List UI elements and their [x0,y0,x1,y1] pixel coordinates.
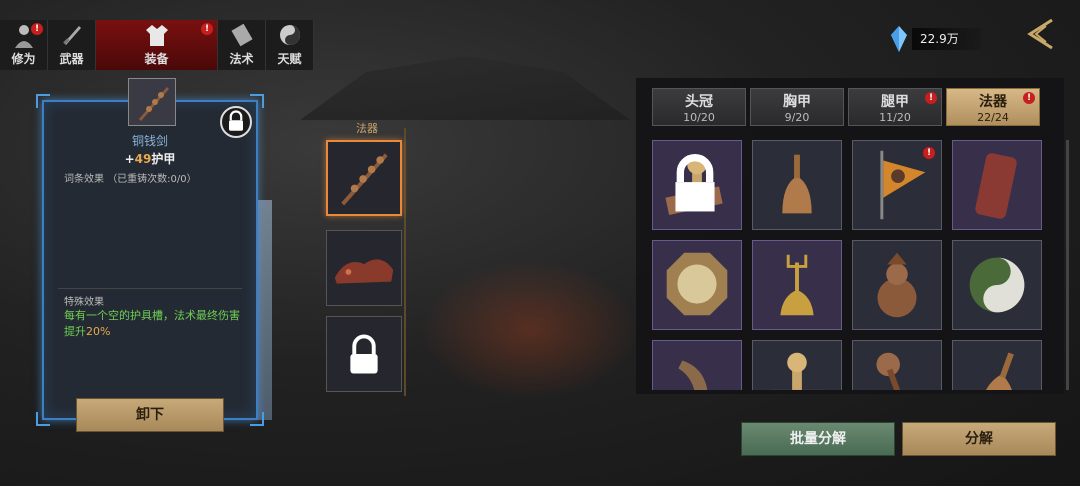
inv-tab-chest[interactable]: 胸甲 9/20 [750,88,844,126]
inv-tab-artifact[interactable]: 法器 22/24 ! [946,88,1040,126]
inventory-item[interactable] [952,240,1042,330]
alert-badge: ! [923,147,935,159]
tab-cultivation[interactable]: 修为 ! [0,20,48,70]
robe-icon [145,25,168,46]
alert-badge: ! [31,23,43,35]
gourd-censer-icon [877,252,917,318]
background-temple-roof [300,56,630,120]
alert-badge: ! [925,92,937,104]
inventory-item[interactable] [752,340,842,390]
inventory-item[interactable] [652,140,742,230]
slots-title: 法器 [356,122,378,135]
card-corner [250,94,264,108]
item-stat: +49护甲 [44,150,256,167]
bell-icon [985,352,1014,390]
unequip-button[interactable]: 卸下 [76,398,224,432]
currency-display: 22.9万 [890,26,981,52]
copper-coin-sword-icon [341,153,388,206]
tab-label: 修为 [11,52,36,66]
seal-stamp-icon [770,352,824,390]
taiji-icon [279,25,300,45]
tab-count: 10/20 [683,111,715,124]
divider [58,288,242,289]
tab-label: 胸甲 [783,94,811,110]
tab-weapon[interactable]: 武器 [48,20,96,70]
item-thumbnail [128,78,176,126]
batch-decompose-button[interactable]: 批量分解 [741,422,895,456]
tab-label: 天赋 [277,52,302,66]
card-corner [36,412,50,426]
inventory-scrollbar[interactable] [1066,140,1069,390]
item-detail-card: 铜钱剑 +49护甲 词条效果 （已重铸次数:0/0） 特殊效果 每有一个空的护具… [36,78,264,426]
lock-icon [350,334,378,374]
tab-label: 装备 [144,52,169,66]
scroll-icon [230,23,253,47]
bell-icon [782,154,812,214]
inv-tab-legs[interactable]: 腿甲 11/20 ! [848,88,942,126]
inventory-item[interactable] [852,340,942,390]
stat-value: 49 [134,152,152,166]
decompose-button[interactable]: 分解 [902,422,1056,456]
inv-tab-helmet[interactable]: 头冠 10/20 [652,88,746,126]
tab-count: 22/24 [977,111,1009,124]
tab-label: 法术 [229,52,254,66]
inventory-item[interactable] [752,140,842,230]
special-effect-text: 每有一个空的护具槽，法术最终伤害提升20% [64,308,250,340]
tab-label: 武器 [59,52,84,66]
equip-slot-2[interactable] [326,230,402,306]
card-corner [36,94,50,108]
item-name: 铜钱剑 [131,134,168,148]
stat-prefix: + [124,152,135,166]
weapon-icon [62,26,81,45]
tab-spell[interactable]: 法术 [218,20,266,70]
background-fire-glow [420,260,640,400]
tab-talent[interactable]: 天赋 [266,20,314,70]
inventory-item[interactable] [952,340,1042,390]
equip-slot-locked[interactable] [326,316,402,392]
special-effect-pct: 20% [86,325,111,338]
currency-value: 22.9万 [912,28,981,50]
spirit-crystal-icon [891,26,907,52]
back-icon[interactable] [1022,16,1058,52]
top-nav: 修为 ! 武器 装备 ! 法术 天赋 [0,20,314,70]
card-corner [250,412,264,426]
affix-title: 词条效果 [64,174,104,185]
equip-slot-1[interactable] [326,140,402,216]
stat-name: 护甲 [151,152,176,166]
inventory-item[interactable]: ! [852,140,942,230]
slots-divider [404,128,406,396]
copper-coin-sword-icon [139,87,169,121]
alert-badge: ! [1023,92,1035,104]
lock-icon [675,154,715,212]
tab-label: 头冠 [685,94,713,110]
alert-badge: ! [201,23,213,35]
mallet-icon [876,352,910,390]
affix-note: （已重铸次数:0/0） [107,174,197,185]
tab-count: 9/20 [784,111,810,124]
inventory-grid: ! [652,140,1044,390]
tab-equipment[interactable]: 装备 ! [96,20,218,70]
affix-label: 词条效果 （已重铸次数:0/0） [64,170,197,185]
inventory-item[interactable] [952,140,1042,230]
red-token-icon [975,153,1017,219]
inventory-item[interactable] [852,240,942,330]
tab-count: 11/20 [879,111,911,124]
inventory-item[interactable] [652,240,742,330]
inventory-item[interactable] [652,340,742,390]
inventory-item[interactable] [752,240,842,330]
dragon-carving-icon [334,259,394,284]
character-figure [258,200,272,420]
trident-bell-icon [780,254,814,316]
yinyang-stone-icon [969,257,1025,313]
horn-icon [678,360,708,390]
special-effect-title: 特殊效果 [64,297,104,308]
bagua-mirror-icon [666,252,728,316]
